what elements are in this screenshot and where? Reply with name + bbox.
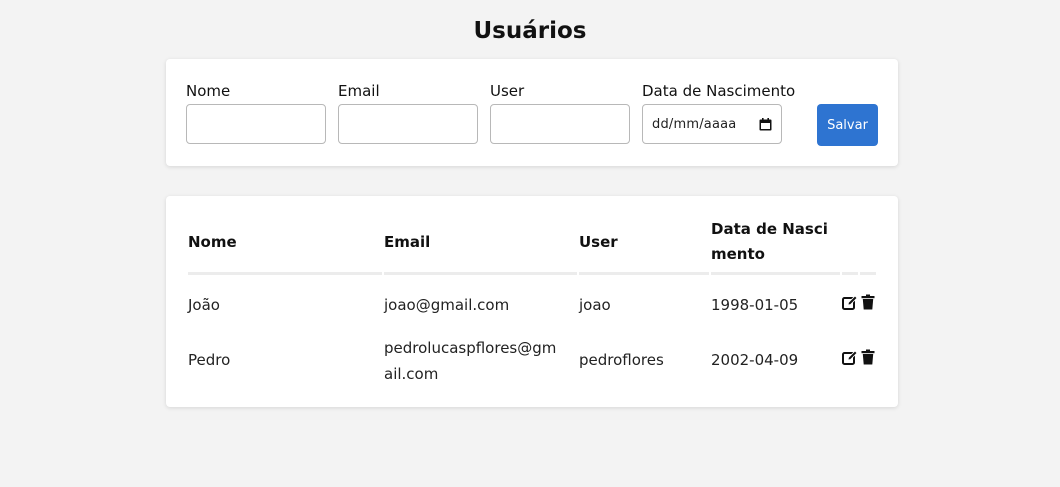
column-header-user: User [579, 233, 618, 251]
cell-data: 1998-01-05 [711, 296, 799, 314]
header-divider [384, 272, 577, 275]
page-title: Usuários [473, 18, 587, 44]
cell-nome: João [188, 296, 220, 314]
edit-icon[interactable] [842, 295, 858, 311]
email-input[interactable] [338, 104, 478, 144]
name-field-group: Nome [186, 79, 328, 144]
user-label: User [490, 82, 525, 100]
header-divider [842, 272, 858, 275]
user-input[interactable] [490, 104, 630, 144]
user-form-card: Nome Email User Data de Nascimento dd/mm… [166, 59, 898, 166]
birthdate-placeholder: dd/mm/aaaa [652, 116, 737, 132]
cell-user: pedroflores [579, 351, 664, 369]
column-header-data: Data de Nasci mento [711, 217, 828, 267]
users-table-card: Nome Email User Data de Nasci mento João… [166, 196, 898, 407]
cell-email: joao@gmail.com [384, 296, 510, 314]
calendar-icon[interactable] [759, 117, 772, 131]
header-divider [711, 272, 840, 275]
header-divider [579, 272, 709, 275]
trash-icon[interactable] [860, 349, 876, 365]
column-header-email: Email [384, 233, 431, 251]
column-header-nome: Nome [188, 233, 237, 251]
birthdate-input[interactable]: dd/mm/aaaa [642, 104, 782, 144]
birthdate-label: Data de Nascimento [642, 82, 796, 100]
email-label: Email [338, 82, 380, 100]
cell-email: pedrolucaspflores@gm ail.com [384, 335, 556, 387]
cell-data: 2002-04-09 [711, 351, 799, 369]
user-field-group: User [490, 79, 632, 144]
column-header-data-line1: Data de Nasci [711, 220, 828, 238]
column-header-data-line2: mento [711, 245, 765, 263]
cell-nome: Pedro [188, 351, 231, 369]
cell-email-line1: pedrolucaspflores@gm [384, 339, 557, 357]
cell-user: joao [579, 296, 611, 314]
header-divider [188, 272, 382, 275]
save-button[interactable]: Salvar [817, 104, 878, 146]
name-input[interactable] [186, 104, 326, 144]
header-divider [860, 272, 876, 275]
cell-email-line2: ail.com [384, 365, 439, 383]
name-label: Nome [186, 82, 231, 100]
trash-icon[interactable] [860, 294, 876, 310]
birthdate-field-group: Data de Nascimento dd/mm/aaaa [642, 79, 796, 144]
edit-icon[interactable] [842, 350, 858, 366]
email-field-group: Email [338, 79, 480, 144]
